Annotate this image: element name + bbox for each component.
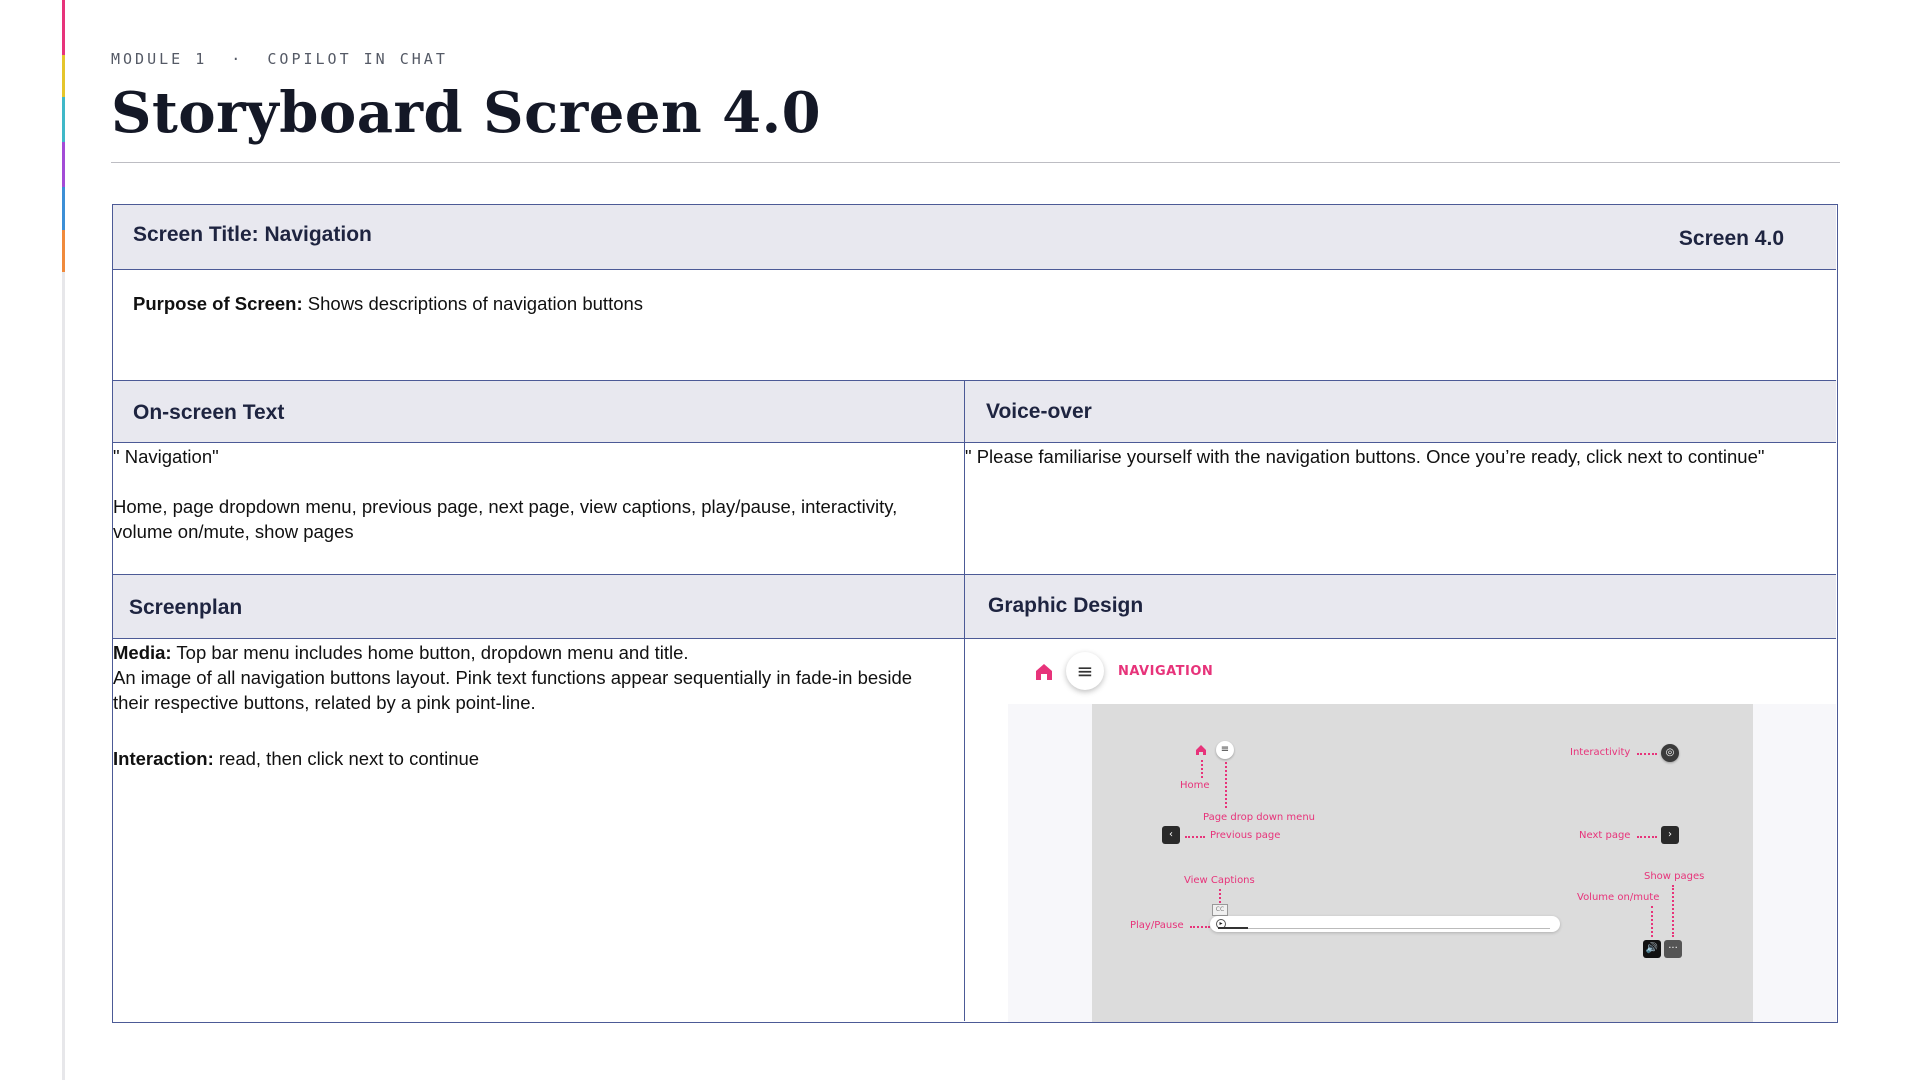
progress-track	[1218, 928, 1550, 929]
label-captions: View Captions	[1184, 875, 1255, 886]
screen-title-row: Screen Title: Navigation Screen 4.0	[113, 205, 1836, 269]
home-pointer-line	[1201, 760, 1203, 778]
media-label: Media:	[113, 642, 172, 663]
home-icon	[1196, 745, 1206, 755]
onscreen-line-1: " Navigation"	[113, 446, 219, 467]
mockup-stage: ≡ Home Page drop down menu ‹ Previous pa…	[1092, 704, 1753, 1022]
screenplan-header: Screenplan	[113, 574, 964, 638]
interaction-label: Interaction:	[113, 748, 214, 769]
mockup-title: NAVIGATION	[1118, 664, 1214, 679]
volume-icon: 🔊	[1643, 940, 1661, 958]
rail-segment-purple	[62, 142, 65, 187]
label-next: Next page	[1579, 830, 1631, 841]
mockup-left-margin	[1008, 704, 1092, 1022]
menu-icon: ≡	[1066, 652, 1104, 690]
captions-icon: CC	[1212, 904, 1228, 916]
previous-pointer-line	[1185, 836, 1205, 838]
label-show-pages: Show pages	[1644, 871, 1705, 882]
screen-title: Screen Title: Navigation	[133, 223, 372, 246]
left-accent-rail	[62, 0, 65, 1080]
rail-segment-teal	[62, 97, 65, 142]
onscreen-text-body: " Navigation" Home, page dropdown menu, …	[113, 442, 964, 574]
home-icon	[1036, 664, 1052, 680]
media-text: Top bar menu includes home button, dropd…	[171, 642, 689, 663]
mockup-right-margin	[1753, 704, 1836, 1022]
rail-segment-orange	[62, 230, 65, 272]
purpose-text: Shows descriptions of navigation buttons	[302, 293, 644, 314]
more-icon: ···	[1664, 940, 1682, 958]
onscreen-line-2: Home, page dropdown menu, previous page,…	[113, 496, 898, 542]
graphic-design-header: Graphic Design	[964, 574, 1836, 638]
label-play-pause: Play/Pause	[1130, 920, 1184, 931]
rail-segment-blue	[62, 187, 65, 230]
voice-over-text: " Please familiarise yourself with the n…	[965, 446, 1765, 467]
page-title: Storyboard Screen 4.0	[111, 80, 822, 146]
menu-pointer-line	[1225, 762, 1227, 808]
screenplan-body: Media: Top bar menu includes home button…	[113, 638, 964, 1021]
interaction-text: read, then click next to continue	[213, 748, 480, 769]
label-interactivity: Interactivity	[1570, 747, 1631, 758]
play-pointer-line	[1190, 926, 1210, 928]
onscreen-text-header: On-screen Text	[113, 380, 964, 442]
volume-pointer-line	[1651, 906, 1653, 937]
media-description: An image of all navigation buttons layou…	[113, 667, 913, 713]
module-eyebrow: MODULE 1 · COPILOT IN CHAT	[111, 50, 448, 68]
voice-over-body: " Please familiarise yourself with the n…	[964, 442, 1836, 574]
purpose-label: Purpose of Screen:	[133, 293, 303, 314]
rail-segment-pink	[62, 0, 65, 55]
chevron-right-icon: ›	[1661, 826, 1679, 844]
label-volume: Volume on/mute	[1577, 892, 1660, 903]
interactivity-pointer-line	[1637, 753, 1657, 755]
menu-icon: ≡	[1216, 741, 1234, 759]
next-pointer-line	[1637, 836, 1657, 838]
mockup-top-bar: ≡ NAVIGATION	[1008, 640, 1836, 704]
captions-pointer-line	[1219, 889, 1221, 903]
progress-fill	[1218, 927, 1248, 929]
title-divider	[111, 162, 1840, 163]
label-page-menu: Page drop down menu	[1203, 812, 1316, 823]
rail-segment-yellow	[62, 55, 65, 97]
show-pages-pointer-line	[1672, 885, 1674, 937]
player-progress-bar: ▸	[1210, 916, 1560, 932]
label-home: Home	[1180, 780, 1210, 791]
voice-over-header: Voice-over	[964, 380, 1836, 442]
interactivity-icon: ◎	[1661, 744, 1679, 762]
screen-number: Screen 4.0	[1678, 227, 1784, 250]
purpose-row: Purpose of Screen: Shows descriptions of…	[113, 269, 1836, 380]
navigation-mockup: ≡ NAVIGATION ≡ Home Page drop down menu …	[1008, 640, 1836, 1022]
chevron-left-icon: ‹	[1162, 826, 1180, 844]
label-previous: Previous page	[1210, 830, 1281, 841]
